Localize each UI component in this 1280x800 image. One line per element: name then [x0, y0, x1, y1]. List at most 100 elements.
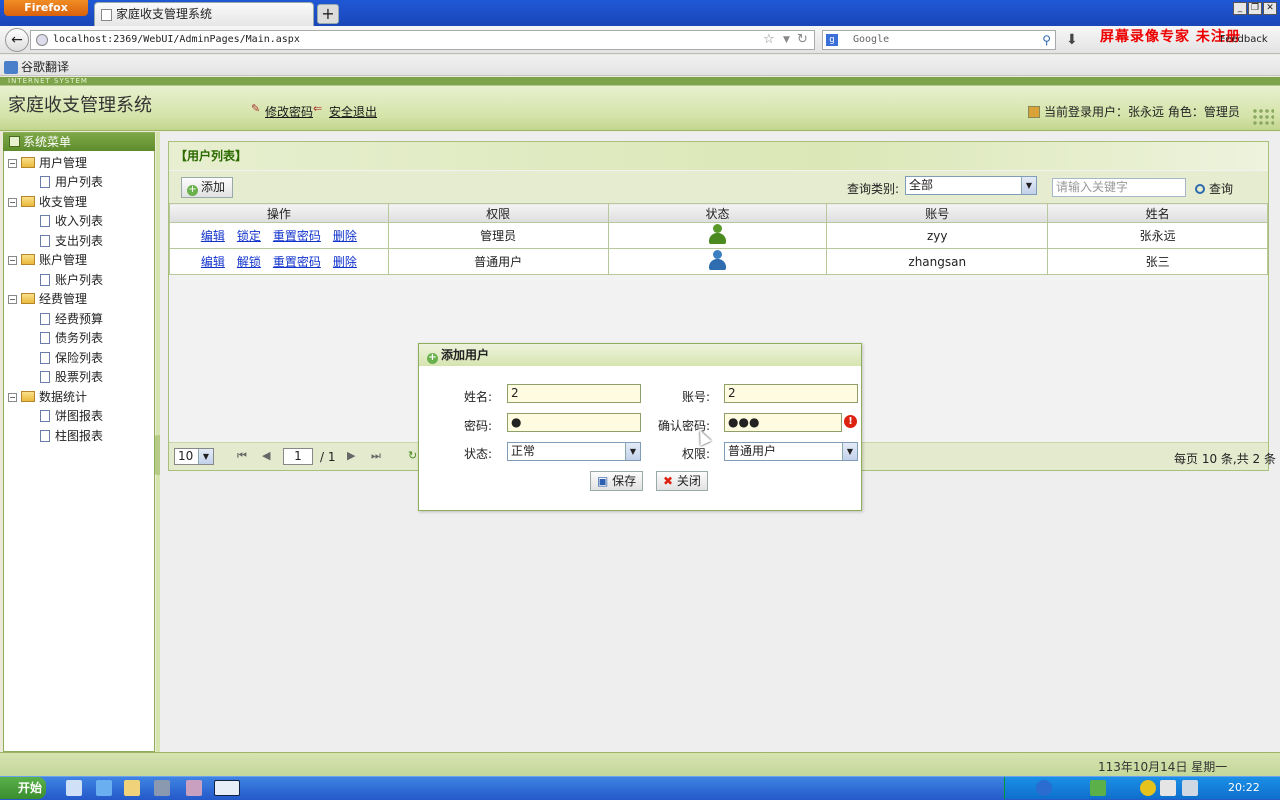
page-size-select[interactable]: 10 ▼	[174, 448, 214, 465]
column-header[interactable]: 姓名	[1047, 203, 1268, 223]
bookmark-star-icon[interactable]: ☆	[763, 32, 775, 47]
quicklaunch-icon[interactable]	[66, 780, 82, 796]
save-button[interactable]: ▣ 保存	[590, 471, 644, 491]
start-button[interactable]: 开始	[0, 777, 46, 799]
dialog-header[interactable]: + 添加用户	[419, 344, 861, 366]
firefox-taskbar-icon[interactable]	[214, 780, 240, 796]
reload-icon[interactable]: ↻	[797, 32, 808, 47]
table-row: 编辑 解锁 重置密码 删除 普通用户 zhangsan 张三	[169, 248, 1268, 275]
page-number-input[interactable]: 1	[283, 448, 313, 465]
url-text: localhost:2369/WebUI/AdminPages/Main.asp…	[53, 34, 300, 45]
tree-group-accounts[interactable]: − 账户管理	[8, 251, 87, 270]
sidebar-item-income-list[interactable]: 收入列表	[40, 212, 103, 231]
tree-group-income-expense[interactable]: − 收支管理	[8, 193, 87, 212]
tree-item-label: 保险列表	[55, 351, 104, 365]
sidebar-item-account-list[interactable]: 账户列表	[40, 271, 103, 290]
lock-link[interactable]: 锁定	[237, 229, 261, 243]
collapse-icon[interactable]: −	[8, 159, 17, 168]
maximize-button[interactable]: ❐	[1248, 2, 1262, 15]
reset-password-link[interactable]: 重置密码	[273, 229, 321, 243]
logout-link[interactable]: 安全退出	[329, 103, 377, 120]
bookmark-translate[interactable]: 谷歌翻译	[21, 60, 69, 74]
tree-group-users[interactable]: − 用户管理	[8, 154, 87, 173]
collapse-icon[interactable]: −	[8, 393, 17, 402]
chevron-down-icon[interactable]: ▼	[1021, 177, 1036, 194]
row-actions: 编辑 锁定 重置密码 删除	[169, 222, 389, 249]
chevron-down-icon[interactable]: ▼	[842, 443, 857, 460]
next-page-icon[interactable]: ▶	[347, 449, 355, 462]
keyword-input[interactable]: 请输入关键字	[1052, 178, 1186, 197]
chevron-down-icon[interactable]: ▼	[198, 449, 213, 464]
column-header[interactable]: 操作	[169, 203, 389, 223]
unlock-link[interactable]: 解锁	[237, 255, 261, 269]
column-header[interactable]: 状态	[607, 203, 828, 223]
account-label: 账号:	[681, 390, 710, 404]
delete-link[interactable]: 删除	[333, 255, 357, 269]
account-input[interactable]: 2	[724, 384, 858, 403]
search-input[interactable]: g Google ⚲	[822, 30, 1056, 50]
folder-icon	[21, 293, 35, 304]
error-icon[interactable]: !	[844, 415, 857, 428]
first-page-icon[interactable]: ⏮	[237, 449, 247, 463]
confirm-password-input[interactable]: ●●●	[724, 413, 842, 432]
tray-icon[interactable]	[1140, 780, 1156, 796]
dropdown-icon[interactable]: ▼	[783, 35, 790, 45]
sidebar-item-bar-report[interactable]: 柱图报表	[40, 427, 103, 446]
app-icon[interactable]	[154, 780, 170, 796]
status-select[interactable]: 正常 ▼	[507, 442, 641, 461]
add-user-button[interactable]: + 添加	[181, 177, 233, 198]
close-window-button[interactable]: ✕	[1263, 2, 1277, 15]
column-header[interactable]: 账号	[826, 203, 1049, 223]
sidebar-item-expense-list[interactable]: 支出列表	[40, 232, 103, 251]
explorer-icon[interactable]	[124, 780, 140, 796]
close-dialog-button[interactable]: ✖ 关闭	[656, 471, 708, 491]
add-button-label: 添加	[201, 180, 226, 194]
network-icon[interactable]	[1182, 780, 1198, 796]
role-select-value: 普通用户	[728, 444, 777, 458]
sidebar-item-insurance-list[interactable]: 保险列表	[40, 349, 103, 368]
sidebar-item-user-list[interactable]: 用户列表	[40, 173, 103, 192]
delete-link[interactable]: 删除	[333, 229, 357, 243]
tree-item-label: 收入列表	[55, 214, 104, 228]
new-tab-button[interactable]: +	[317, 4, 339, 24]
search-icon[interactable]: ⚲	[1042, 31, 1051, 49]
back-button[interactable]: ←	[5, 28, 29, 52]
volume-icon[interactable]	[1160, 780, 1176, 796]
feedback-button[interactable]: Feedback	[1220, 34, 1268, 45]
collapse-icon[interactable]: −	[8, 295, 17, 304]
help-icon[interactable]	[1036, 780, 1052, 796]
collapse-icon[interactable]: −	[8, 198, 17, 207]
tree-group-statistics[interactable]: − 数据统计	[8, 388, 87, 407]
edit-link[interactable]: 编辑	[201, 229, 225, 243]
edit-link[interactable]: 编辑	[201, 255, 225, 269]
query-category-select[interactable]: 全部 ▼	[905, 176, 1037, 195]
sidebar-item-debt-list[interactable]: 债务列表	[40, 329, 103, 348]
role-select[interactable]: 普通用户 ▼	[724, 442, 858, 461]
query-button[interactable]: 查询	[1195, 180, 1233, 197]
firefox-menu-button[interactable]: Firefox	[4, 0, 88, 16]
tree-group-funds[interactable]: − 经费管理	[8, 290, 87, 309]
reset-password-link[interactable]: 重置密码	[273, 255, 321, 269]
sidebar-item-stock-list[interactable]: 股票列表	[40, 368, 103, 387]
password-input[interactable]: ●	[507, 413, 641, 432]
last-page-icon[interactable]: ⏭	[371, 449, 381, 463]
minimize-button[interactable]: _	[1233, 2, 1247, 15]
tree-item-label: 股票列表	[55, 370, 104, 384]
download-icon[interactable]: ⬇	[1066, 32, 1078, 48]
page-icon	[40, 410, 50, 422]
column-header[interactable]: 权限	[387, 203, 609, 223]
name-label: 姓名:	[463, 390, 492, 404]
prev-page-icon[interactable]: ◀	[262, 449, 270, 462]
change-password-link[interactable]: 修改密码	[265, 103, 313, 120]
url-bar[interactable]: localhost:2369/WebUI/AdminPages/Main.asp…	[30, 30, 815, 50]
sidebar-item-budget[interactable]: 经费预算	[40, 310, 103, 329]
app-icon[interactable]	[186, 780, 202, 796]
status-cell	[607, 222, 828, 249]
sidebar-item-pie-report[interactable]: 饼图报表	[40, 407, 103, 426]
name-input[interactable]: 2	[507, 384, 641, 403]
collapse-icon[interactable]: −	[8, 256, 17, 265]
ie-icon[interactable]	[96, 780, 112, 796]
floppy-icon: ▣	[597, 474, 609, 488]
browser-tab[interactable]: 家庭收支管理系统	[94, 2, 314, 26]
tray-icon[interactable]	[1090, 780, 1106, 796]
